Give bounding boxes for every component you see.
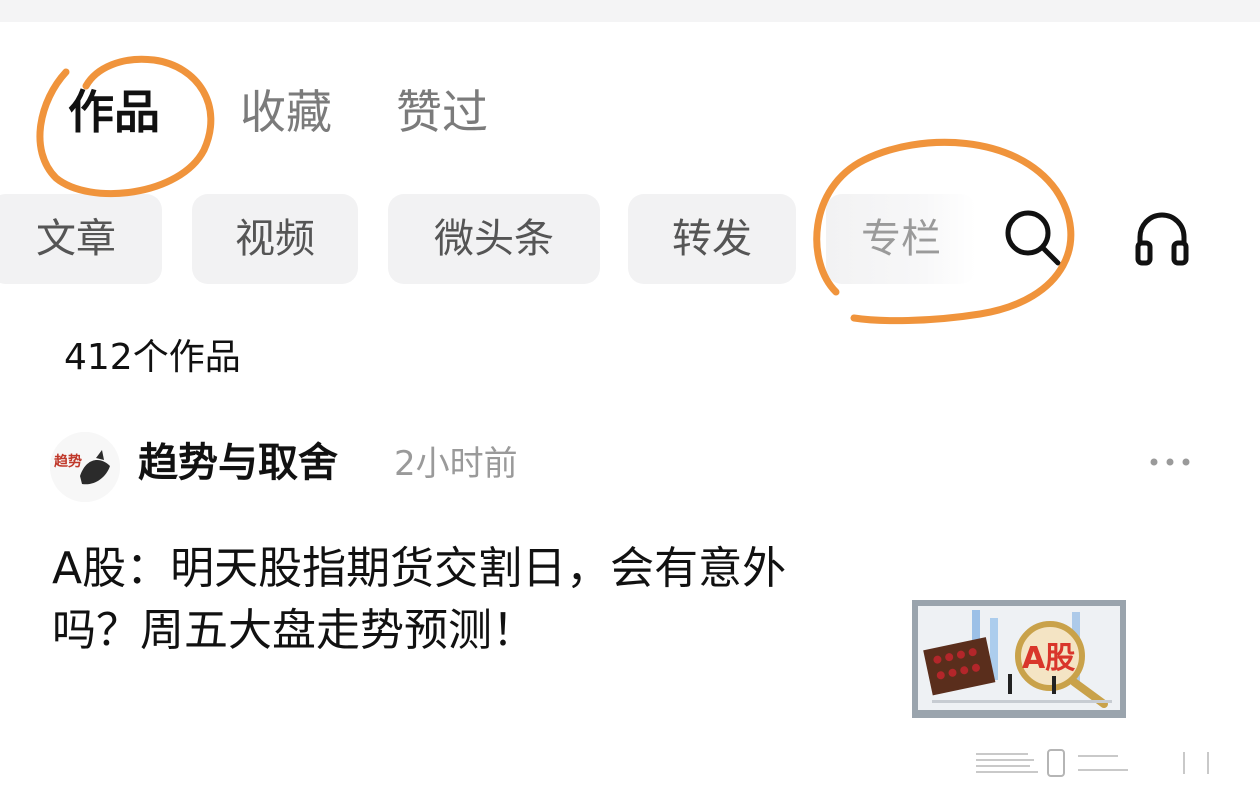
headphones-icon[interactable] (1130, 205, 1194, 269)
more-options-icon[interactable] (1148, 440, 1192, 484)
chip-reposts[interactable]: 转发 (628, 194, 796, 284)
author-name[interactable]: 趋势与取舍 (138, 436, 338, 490)
works-count: 412个作品 (64, 337, 241, 378)
author-avatar[interactable]: 趋势 (50, 432, 120, 502)
post-thumbnail[interactable]: A股 (912, 600, 1126, 718)
bottom-bar-decoration (968, 748, 1230, 778)
thumbnail-text: A股 (1022, 641, 1075, 676)
tab-favorites[interactable]: 收藏 (240, 84, 332, 140)
chip-micro-posts[interactable]: 微头条 (388, 194, 600, 284)
chip-videos[interactable]: 视频 (192, 194, 358, 284)
post-title[interactable]: A股：明天股指期货交割日，会有意外吗？周五大盘走势预测！ (52, 538, 812, 662)
chip-columns[interactable]: 专栏 (826, 194, 976, 284)
tab-liked[interactable]: 赞过 (396, 84, 488, 140)
chip-articles[interactable]: 文章 (0, 194, 162, 284)
top-status-strip (0, 0, 1260, 22)
tab-works[interactable]: 作品 (68, 84, 160, 140)
post-time: 2小时前 (394, 444, 518, 484)
avatar-calligraphy: 趋势 (54, 453, 82, 470)
search-icon[interactable] (1000, 205, 1064, 269)
